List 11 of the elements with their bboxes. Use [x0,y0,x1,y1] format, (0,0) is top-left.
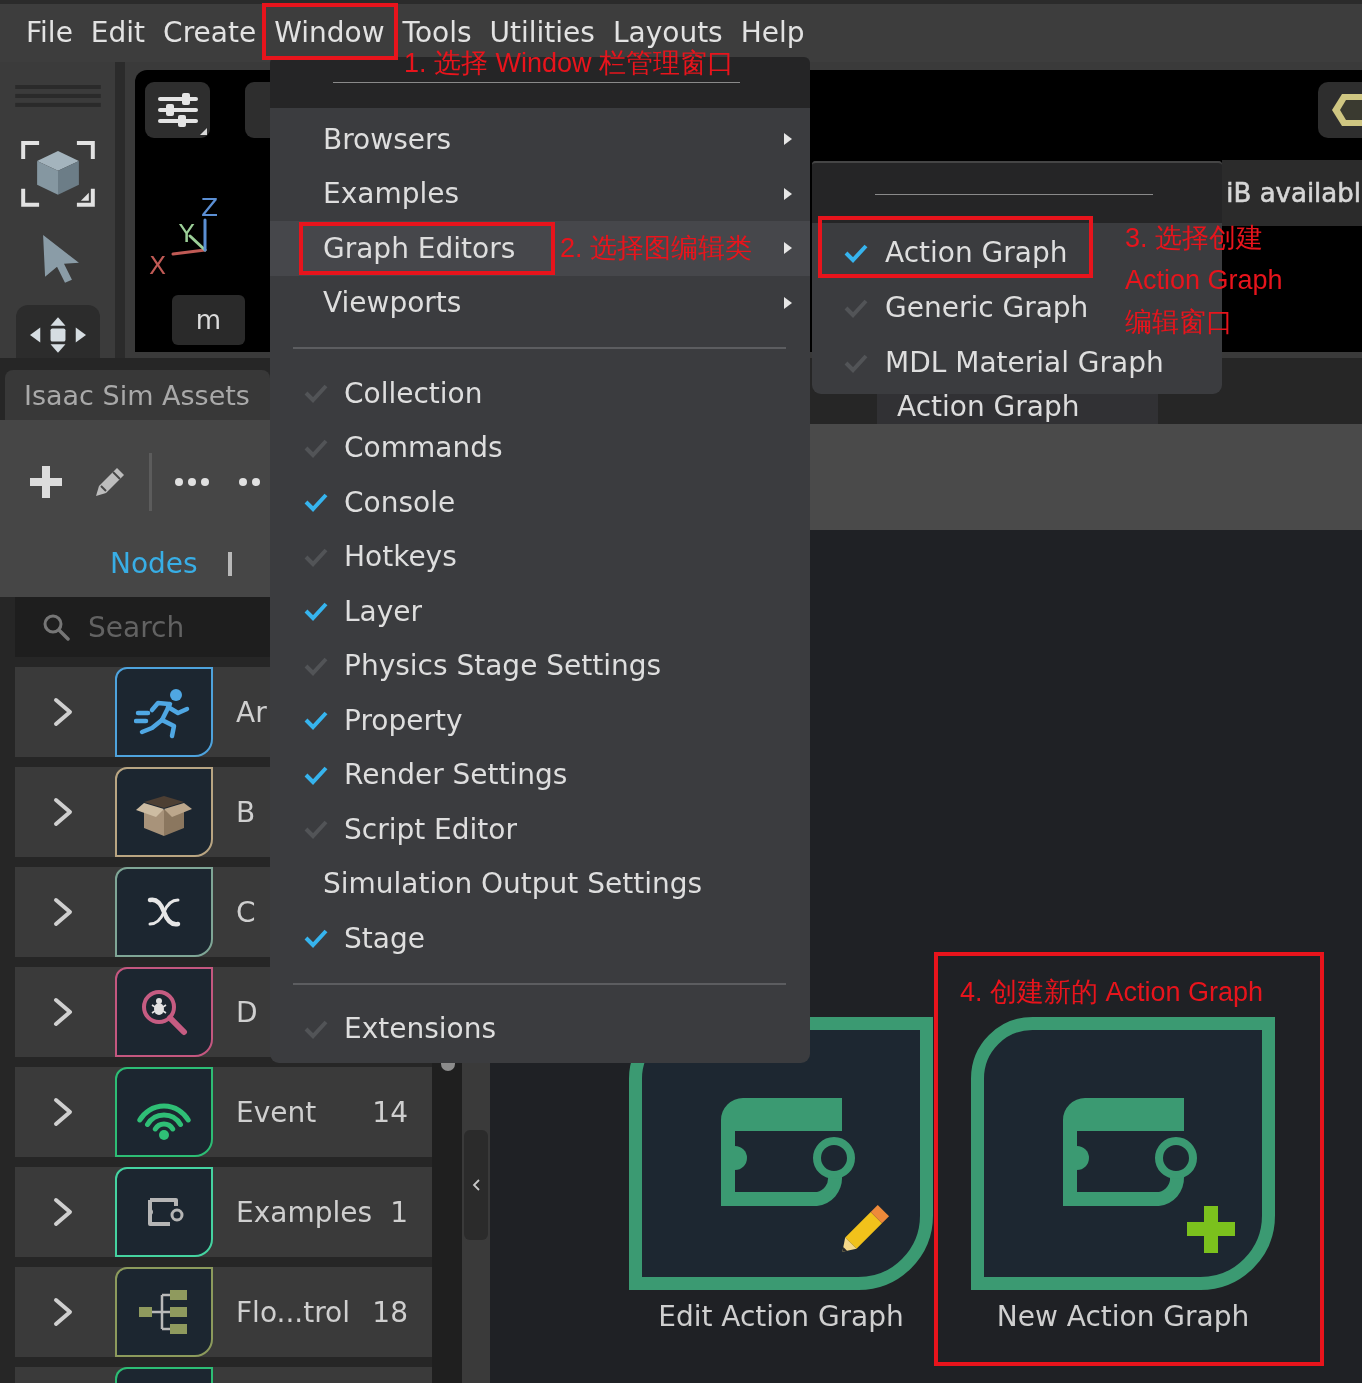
annotation-text: 4. 创建新的 Action Graph [960,976,1264,1008]
axis-label: X [149,251,167,280]
axis-label: Y [179,219,195,248]
item-count: 1 [390,1195,409,1229]
axis-label: Z [201,193,219,222]
hud-text: iB availabl [1226,178,1362,208]
annotation-text: 2. 选择图编辑类 [560,232,753,264]
annotation-text: 3. 选择创建 Action Graph 编辑窗口 [1125,222,1283,339]
item-count: 18 [372,1295,409,1329]
item-count: 14 [372,1095,409,1129]
annotation-text: 1. 选择 Window 栏管理窗口 [404,48,735,79]
